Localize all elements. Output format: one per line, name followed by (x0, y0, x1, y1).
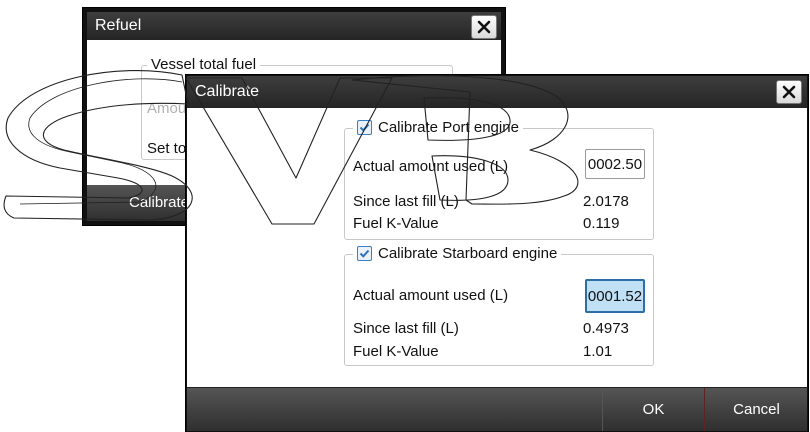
ok-button-label: OK (642, 401, 665, 418)
port-engine-checkbox-label: Calibrate Port engine (378, 119, 519, 136)
starboard-engine-group: Calibrate Starboard engine Actual amount… (344, 245, 654, 366)
starboard-actual-amount-input[interactable]: 0001.52 (585, 279, 645, 313)
refuel-title: Refuel (95, 17, 142, 34)
cancel-button[interactable]: Cancel (705, 388, 808, 431)
close-icon (782, 85, 796, 99)
starboard-k-value: 1.01 (583, 343, 613, 360)
port-engine-checkbox[interactable] (357, 120, 372, 135)
starboard-since-last-fill-value: 0.4973 (583, 320, 629, 337)
port-since-last-fill-value: 2.0178 (583, 193, 629, 210)
close-icon (477, 20, 491, 34)
calibrate-footer: OK Cancel (187, 387, 807, 431)
starboard-k-value-label: Fuel K-Value (353, 343, 439, 360)
calibrate-title: Calibrate (195, 83, 260, 100)
port-engine-legend: Calibrate Port engine (353, 119, 523, 136)
calibrate-button[interactable]: Calibrate (129, 194, 189, 211)
calibrate-close-button[interactable] (776, 80, 802, 104)
cancel-button-label: Cancel (733, 401, 780, 418)
port-engine-group: Calibrate Port engine Actual amount used… (344, 119, 654, 240)
starboard-engine-checkbox-label: Calibrate Starboard engine (378, 245, 558, 262)
port-actual-label: Actual amount used (L) (353, 158, 509, 175)
refuel-close-button[interactable] (471, 15, 497, 39)
checkmark-icon (359, 249, 370, 258)
vessel-fuel-legend: Vessel total fuel (147, 56, 261, 73)
starboard-engine-legend: Calibrate Starboard engine (353, 245, 562, 262)
checkmark-icon (359, 123, 370, 132)
port-since-last-fill-label: Since last fill (L) (353, 193, 459, 210)
set-to-label: Set to (147, 140, 187, 157)
calibrate-dialog: Calibrate Calibrate Port engine Actual a… (186, 75, 808, 432)
ok-button[interactable]: OK (602, 388, 705, 431)
calibrate-titlebar: Calibrate (187, 76, 807, 108)
amount-label: Amou (147, 100, 187, 117)
port-actual-amount-input[interactable]: 0002.50 (585, 149, 645, 179)
refuel-titlebar: Refuel (87, 12, 501, 40)
port-k-value-label: Fuel K-Value (353, 215, 439, 232)
port-k-value: 0.119 (583, 215, 620, 232)
starboard-since-last-fill-label: Since last fill (L) (353, 320, 459, 337)
starboard-engine-checkbox[interactable] (357, 246, 372, 261)
starboard-actual-label: Actual amount used (L) (353, 287, 509, 304)
